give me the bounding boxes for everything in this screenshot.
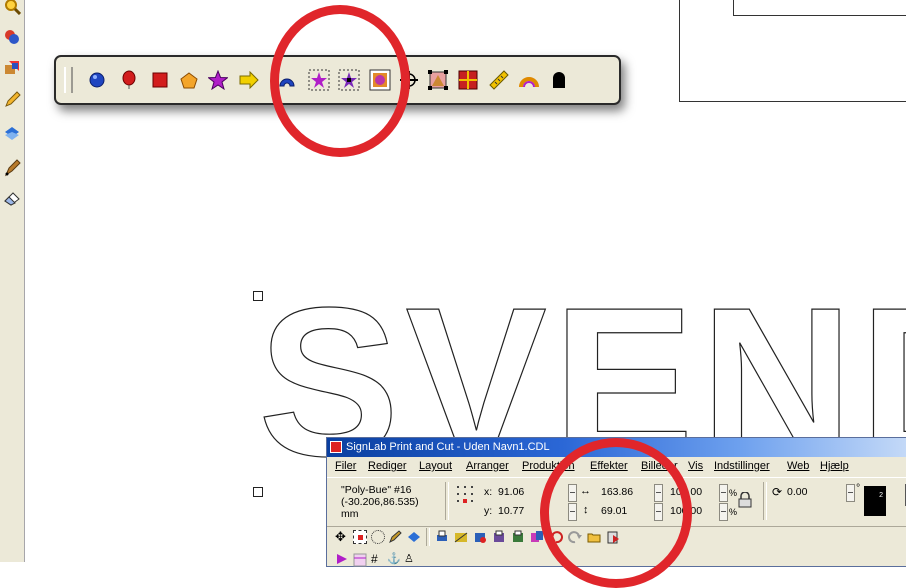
y-value[interactable]: 10.77 [498,505,524,517]
bullet-icon[interactable] [547,68,571,92]
main-toolbar: ✥ [327,527,906,549]
scale-h-unit: % [729,507,738,517]
open-folder-icon[interactable] [587,530,601,544]
layer-badge: 2 [879,492,883,499]
scale-w-spinner[interactable] [719,484,728,502]
separator [426,528,430,546]
menu-layout[interactable]: Layout [419,460,452,472]
x-label: x: [484,486,493,498]
selection-handle-bottom-left[interactable] [253,487,263,497]
redo-icon[interactable] [568,530,582,544]
arrow-icon[interactable] [237,68,261,92]
balloon-icon[interactable] [117,68,141,92]
selection-unit: mm [341,508,359,520]
node-box-icon[interactable] [426,68,450,92]
height-spinner[interactable] [654,503,663,521]
rotation-value[interactable]: 0.00 [787,486,807,498]
scale-w-unit: % [729,488,738,498]
width-spinner[interactable] [654,484,663,502]
star-select-icon[interactable] [307,68,331,92]
shapes-icon[interactable] [2,27,22,47]
select-node-icon[interactable] [353,530,367,544]
pen-tool-icon[interactable] [388,530,402,544]
x-spinner[interactable] [568,484,577,502]
menu-web[interactable]: Web [787,460,809,472]
height-value[interactable]: 69.01 [601,505,627,517]
selection-coords: (-30.206,86.535) [341,496,419,508]
separator [445,482,449,520]
scale-w-value[interactable]: 100.00 [670,486,702,498]
pencil-icon[interactable] [2,89,22,109]
signlab-window: SignLab Print and Cut - Uden Navn1.CDL F… [326,437,906,567]
window-title: SignLab Print and Cut - Uden Navn1.CDL [346,441,550,453]
menu-vis[interactable]: Vis [688,460,703,472]
color-flag-icon[interactable] [335,553,349,567]
width-value[interactable]: 163.86 [601,486,633,498]
height-icon: ↕ [583,504,589,516]
zoom-icon[interactable] [2,0,22,16]
layer-color-swatch[interactable]: 2 [864,486,886,516]
print-icon[interactable] [435,530,449,544]
y-spinner[interactable] [568,503,577,521]
square-icon[interactable] [148,68,172,92]
shape-tool-icon[interactable] [407,530,421,544]
grid-tile-icon[interactable] [456,68,480,92]
window-titlebar[interactable]: SignLab Print and Cut - Uden Navn1.CDL [327,438,906,457]
pen-icon[interactable] [2,158,22,178]
ruler-icon[interactable] [487,68,511,92]
fill-pattern-icon[interactable] [353,553,367,567]
left-toolbar [0,0,25,562]
menu-hjaelp[interactable]: Hjælp [820,460,849,472]
output-icon[interactable] [511,530,525,544]
lasso-icon[interactable] [371,530,385,544]
plot-icon[interactable] [473,530,487,544]
cut-icon[interactable] [454,530,468,544]
width-icon: ↔ [580,485,591,497]
hash-icon[interactable]: # [371,552,385,566]
selection-name: "Poly-Bue" #16 [341,484,412,496]
move-icon[interactable]: ✥ [335,530,349,544]
menu-indstillinger[interactable]: Indstillinger [714,460,770,472]
menu-billeder[interactable]: Billeder [641,460,678,472]
transform-icon[interactable] [2,58,22,78]
menu-filer[interactable]: Filer [335,460,356,472]
secondary-toolbar: # ⚓ ♙ [327,551,906,569]
layers-icon[interactable] [530,530,544,544]
circle-icon[interactable] [85,68,109,92]
lock-icon[interactable] [738,492,752,508]
star-node-icon[interactable] [337,68,361,92]
menu-rediger[interactable]: Rediger [368,460,407,472]
anchor-icon[interactable]: ⚓ [387,552,401,566]
eraser-icon[interactable] [2,188,22,208]
rotate-icon: ⟳ [772,485,783,499]
rotation-spinner[interactable] [846,484,855,502]
anchor-grid-icon[interactable] [456,485,478,509]
rotation-unit: ° [856,482,861,494]
node-icon[interactable]: ♙ [404,552,418,566]
arc-icon[interactable] [275,68,299,92]
rip-icon[interactable] [492,530,506,544]
shape-flyout-toolbar [54,55,621,105]
crosshair-icon[interactable] [397,68,421,92]
window-frame-inner [733,0,906,16]
scale-h-value[interactable]: 100.00 [670,505,702,517]
import-icon[interactable] [606,530,620,544]
image-select-icon[interactable] [368,68,392,92]
undo-icon[interactable] [549,530,563,544]
menu-effekter[interactable]: Effekter [590,460,628,472]
property-bar: "Poly-Bue" #16 (-30.206,86.535) mm x: 91… [327,477,906,527]
menu-arranger[interactable]: Arranger [466,460,509,472]
fill-icon[interactable] [2,123,22,143]
menu-produktion[interactable]: Produktion [522,460,575,472]
star-icon[interactable] [206,68,230,92]
y-label: y: [484,505,493,517]
signlab-app-icon [330,441,342,453]
menu-bar: Filer Rediger Layout Arranger Produktion… [327,458,906,476]
x-value[interactable]: 91.06 [498,486,524,498]
dimension-icon[interactable] [517,68,541,92]
toolbar-grip[interactable] [64,67,73,93]
pentagon-icon[interactable] [177,68,201,92]
separator [763,482,767,520]
scale-h-spinner[interactable] [719,503,728,521]
